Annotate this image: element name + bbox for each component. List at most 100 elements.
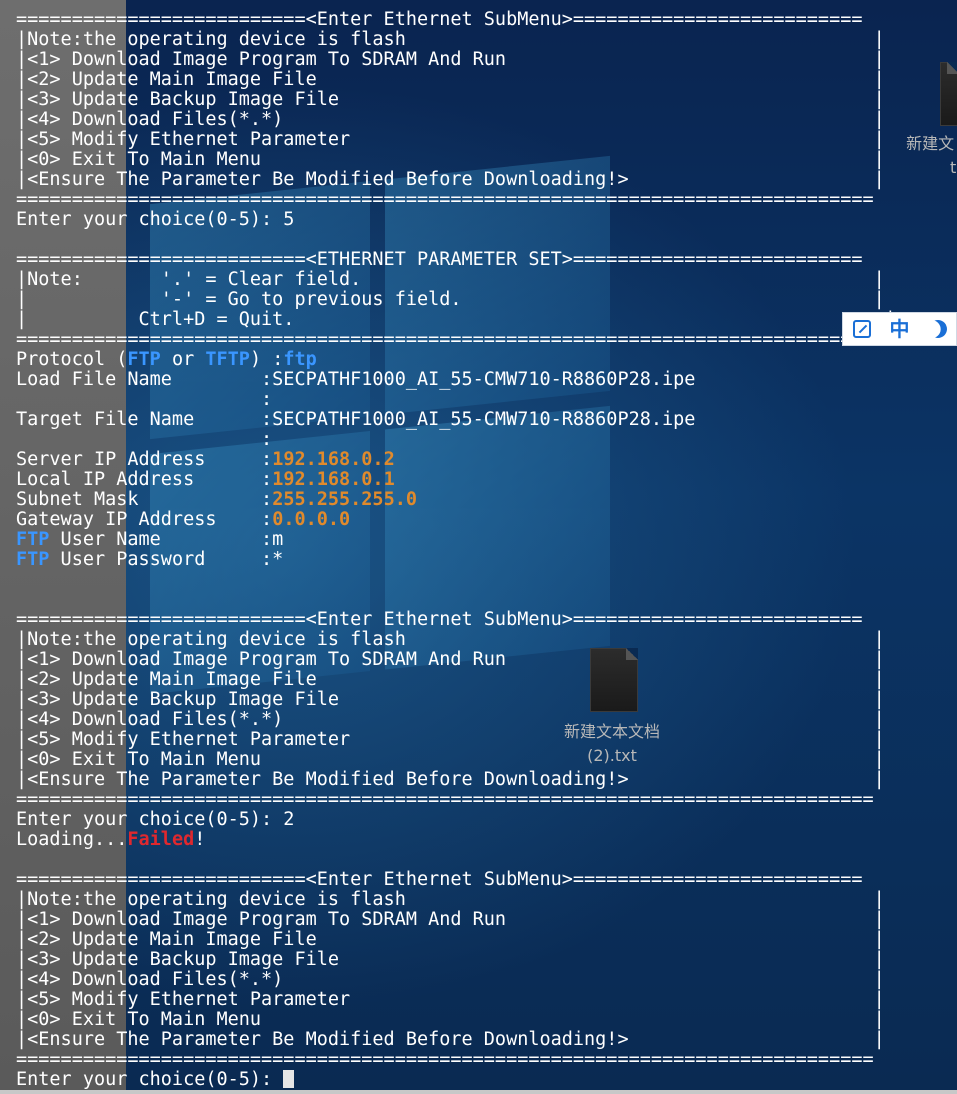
terminal-line: Enter your choice(0-5): 2 xyxy=(16,810,957,830)
terminal-text: |<4> Download Files(*.*) | xyxy=(16,109,885,130)
terminal-text: Target File Name :SECPATHF1000_AI_55-CMW… xyxy=(16,409,696,430)
terminal-line: ==========================<Enter Etherne… xyxy=(16,610,957,630)
terminal-line: |<2> Update Main Image File | xyxy=(16,70,957,90)
terminal-text: | Ctrl+D = Quit. | xyxy=(16,309,896,330)
terminal-text: |<3> Update Backup Image File | xyxy=(16,689,885,710)
terminal-line: FTP User Password :* xyxy=(16,550,957,570)
terminal-text: |<0> Exit To Main Menu | xyxy=(16,749,885,770)
terminal-text: 0.0.0.0 xyxy=(272,509,351,530)
terminal-line: |<0> Exit To Main Menu | xyxy=(16,1010,957,1030)
ime-toolbar[interactable]: 中 xyxy=(842,312,957,346)
terminal-text: ========================================… xyxy=(16,329,874,350)
terminal-line: FTP User Name :m xyxy=(16,530,957,550)
terminal-text: ==========================<Enter Etherne… xyxy=(16,609,863,630)
terminal-line: Target File Name :SECPATHF1000_AI_55-CMW… xyxy=(16,410,957,430)
terminal-text: |<Ensure The Parameter Be Modified Befor… xyxy=(16,169,885,190)
terminal-text: ! xyxy=(194,829,206,850)
terminal-text: Subnet Mask : xyxy=(16,489,273,510)
terminal-text: 255.255.255.0 xyxy=(272,489,417,510)
terminal-line: |<Ensure The Parameter Be Modified Befor… xyxy=(16,170,957,190)
terminal-line: Server IP Address :192.168.0.2 xyxy=(16,450,957,470)
terminal-text: |<3> Update Backup Image File | xyxy=(16,89,885,110)
terminal-line: : xyxy=(16,390,957,410)
terminal-text: |Note: '.' = Clear field. | xyxy=(16,269,885,290)
terminal-text: Enter your choice(0-5): 5 xyxy=(16,209,295,230)
terminal-text: Enter your choice(0-5): 2 xyxy=(16,809,295,830)
terminal-line: |Note: '.' = Clear field. | xyxy=(16,270,957,290)
terminal-text: FTP xyxy=(127,349,161,370)
window-bottom-edge xyxy=(0,1090,957,1094)
terminal-text: |Note:the operating device is flash | xyxy=(16,29,885,50)
terminal-text: : xyxy=(16,429,273,450)
terminal-line: Load File Name :SECPATHF1000_AI_55-CMW71… xyxy=(16,370,957,390)
terminal-line: |<1> Download Image Program To SDRAM And… xyxy=(16,910,957,930)
terminal-text: |<Ensure The Parameter Be Modified Befor… xyxy=(16,1029,885,1050)
terminal-line: |<2> Update Main Image File | xyxy=(16,670,957,690)
terminal-line: Protocol (FTP or TFTP) :ftp xyxy=(16,350,957,370)
ime-moon-icon[interactable] xyxy=(926,317,949,340)
terminal-line: Loading...Failed! xyxy=(16,830,957,850)
terminal-text: |<4> Download Files(*.*) | xyxy=(16,969,885,990)
terminal-line: |<5> Modify Ethernet Parameter | xyxy=(16,990,957,1010)
terminal-line: |<3> Update Backup Image File | xyxy=(16,90,957,110)
terminal-text: ==========================<Enter Etherne… xyxy=(16,869,863,890)
terminal-line: ========================================… xyxy=(16,790,957,810)
terminal-text: |<3> Update Backup Image File | xyxy=(16,949,885,970)
terminal-line: ==========================<Enter Etherne… xyxy=(16,870,957,890)
terminal-text: 192.168.0.1 xyxy=(272,469,395,490)
terminal-line: ========================================… xyxy=(16,1050,957,1070)
terminal-line: : xyxy=(16,430,957,450)
terminal-text: |<5> Modify Ethernet Parameter | xyxy=(16,129,885,150)
terminal-text: Local IP Address : xyxy=(16,469,273,490)
terminal-line: |<4> Download Files(*.*) | xyxy=(16,710,957,730)
terminal-line: |<5> Modify Ethernet Parameter | xyxy=(16,730,957,750)
terminal-line: Local IP Address :192.168.0.1 xyxy=(16,470,957,490)
terminal-line: |<Ensure The Parameter Be Modified Befor… xyxy=(16,770,957,790)
terminal-text: |<2> Update Main Image File | xyxy=(16,669,885,690)
terminal-text: |<5> Modify Ethernet Parameter | xyxy=(16,989,885,1010)
terminal-line: |<5> Modify Ethernet Parameter | xyxy=(16,130,957,150)
terminal-text: ) : xyxy=(249,349,284,370)
terminal-line: |<1> Download Image Program To SDRAM And… xyxy=(16,50,957,70)
terminal-line: Gateway IP Address :0.0.0.0 xyxy=(16,510,957,530)
terminal-line: ========================================… xyxy=(16,190,957,210)
terminal-line: Enter your choice(0-5): 5 xyxy=(16,210,957,230)
terminal-text: 192.168.0.2 xyxy=(272,449,395,470)
terminal-text: | '-' = Go to previous field. | xyxy=(16,289,885,310)
terminal-line: |<3> Update Backup Image File | xyxy=(16,950,957,970)
terminal-text: ========================================… xyxy=(16,1049,874,1070)
terminal-line: ==========================<ETHERNET PARA… xyxy=(16,250,957,270)
terminal-text: |<1> Download Image Program To SDRAM And… xyxy=(16,49,885,70)
terminal-output[interactable]: ==========================<Enter Etherne… xyxy=(0,0,957,1094)
ime-settings-icon[interactable] xyxy=(852,320,871,338)
terminal-line: ==========================<Enter Etherne… xyxy=(16,10,957,30)
ime-mode-button[interactable]: 中 xyxy=(890,319,910,339)
terminal-text: |<2> Update Main Image File | xyxy=(16,929,885,950)
terminal-text: |<0> Exit To Main Menu | xyxy=(16,149,885,170)
terminal-text: ========================================… xyxy=(16,189,874,210)
terminal-text: |<Ensure The Parameter Be Modified Befor… xyxy=(16,769,885,790)
terminal-text: ==========================<ETHERNET PARA… xyxy=(16,249,863,270)
terminal-text: or xyxy=(160,349,206,370)
terminal-text: FTP xyxy=(16,529,50,550)
terminal-prompt: Enter your choice(0-5): xyxy=(16,1069,284,1090)
terminal-prompt-line[interactable]: Enter your choice(0-5): xyxy=(16,1070,957,1090)
terminal-text: ftp xyxy=(283,349,317,370)
terminal-text: |<0> Exit To Main Menu | xyxy=(16,1009,885,1030)
terminal-text: Failed xyxy=(127,829,195,850)
terminal-line: |<4> Download Files(*.*) | xyxy=(16,110,957,130)
terminal-text: |<2> Update Main Image File | xyxy=(16,69,885,90)
terminal-line: |<2> Update Main Image File | xyxy=(16,930,957,950)
terminal-text: Protocol ( xyxy=(16,349,128,370)
terminal-text: Gateway IP Address : xyxy=(16,509,273,530)
terminal-text: User Name :m xyxy=(49,529,284,550)
terminal-line: |Note:the operating device is flash | xyxy=(16,890,957,910)
terminal-line: |<0> Exit To Main Menu | xyxy=(16,150,957,170)
terminal-text: ==========================<Enter Etherne… xyxy=(16,9,863,30)
terminal-text: ========================================… xyxy=(16,789,874,810)
terminal-text: User Password :* xyxy=(49,549,284,570)
